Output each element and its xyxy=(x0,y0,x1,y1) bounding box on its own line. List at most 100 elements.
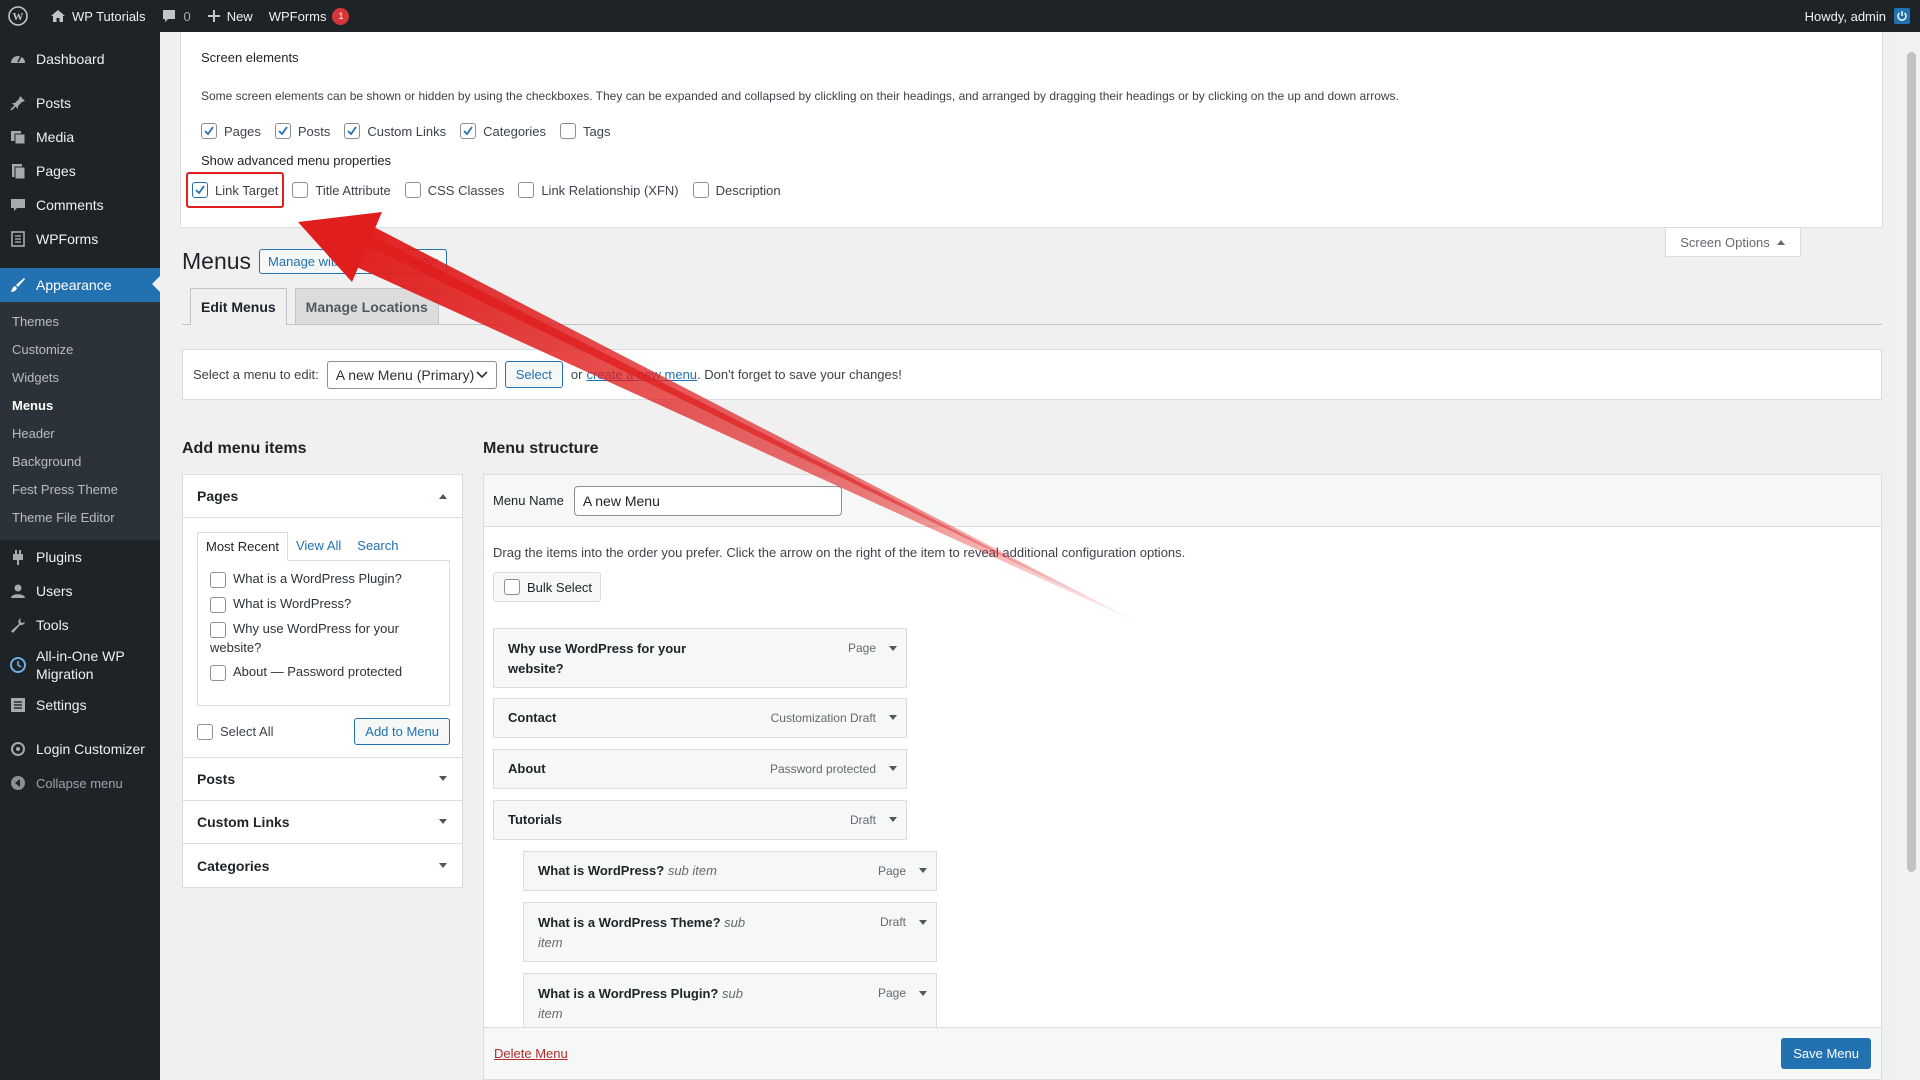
tab-edit-menus[interactable]: Edit Menus xyxy=(190,288,287,325)
notification-badge: 1 xyxy=(332,7,350,25)
menu-sub-item[interactable]: What is WordPress? sub item Page xyxy=(523,851,937,891)
submenu-item-theme-file-editor[interactable]: Theme File Editor xyxy=(0,504,160,532)
checkbox-unchecked[interactable] xyxy=(504,579,520,595)
my-account[interactable]: Howdy, admin xyxy=(1805,8,1920,24)
screen-option-posts[interactable]: Posts xyxy=(274,123,330,139)
menu-item[interactable]: Tutorials Draft xyxy=(493,800,907,840)
menu-sub-item[interactable]: What is a WordPress Plugin? sub item Pag… xyxy=(523,973,937,1029)
sidebar-item-dashboard[interactable]: Dashboard xyxy=(0,42,160,76)
collapse-menu-button[interactable]: Collapse menu xyxy=(0,766,160,800)
sidebar-item-wpforms[interactable]: WPForms xyxy=(0,222,160,256)
list-item[interactable]: What is a WordPress Plugin? xyxy=(210,571,441,588)
tab-manage-locations[interactable]: Manage Locations xyxy=(294,288,439,324)
screen-option-tags[interactable]: Tags xyxy=(560,123,610,139)
sidebar-item-label: Tools xyxy=(36,617,69,633)
list-item[interactable]: About — Password protected xyxy=(210,664,441,681)
scrollbar-thumb[interactable] xyxy=(1907,52,1916,872)
checkbox-unchecked[interactable] xyxy=(210,622,226,638)
checkbox-checked[interactable] xyxy=(192,182,208,198)
button-text: view xyxy=(411,254,438,269)
advanced-option-description[interactable]: Description xyxy=(692,182,781,198)
advanced-option-link-relationship[interactable]: Link Relationship (XFN) xyxy=(518,182,679,198)
new-content-link[interactable]: New xyxy=(199,0,261,32)
advanced-option-link-target[interactable]: Link Target xyxy=(186,172,285,208)
wpforms-link[interactable]: WPForms 1 xyxy=(261,0,358,32)
checkbox-checked[interactable] xyxy=(460,123,477,139)
accordion-custom-links-header[interactable]: Custom Links xyxy=(183,801,462,844)
save-menu-button[interactable]: Save Menu xyxy=(1781,1038,1871,1069)
checkbox-unchecked[interactable] xyxy=(692,182,709,198)
advanced-option-title-attribute[interactable]: Title Attribute xyxy=(292,182,391,198)
menu-item[interactable]: About Password protected xyxy=(493,749,907,789)
sidebar-item-media[interactable]: Media xyxy=(0,120,160,154)
checkbox-unchecked[interactable] xyxy=(210,572,226,588)
menu-select[interactable]: A new Menu (Primary) xyxy=(326,360,497,389)
bulk-select-button[interactable]: Bulk Select xyxy=(493,572,601,602)
sidebar-item-plugins[interactable]: Plugins xyxy=(0,540,160,574)
add-to-menu-button[interactable]: Add to Menu xyxy=(354,718,450,745)
drag-instructions: Drag the items into the order you prefer… xyxy=(493,545,1186,560)
checkbox-unchecked[interactable] xyxy=(210,665,226,681)
menu-item[interactable]: Why use WordPress for your website? Page xyxy=(493,628,907,688)
sidebar-item-settings[interactable]: Settings xyxy=(0,688,160,722)
checkbox-unchecked[interactable] xyxy=(292,182,309,198)
tab-most-recent[interactable]: Most Recent xyxy=(197,532,288,561)
checkbox-unchecked[interactable] xyxy=(560,123,577,139)
sidebar-item-login-customizer[interactable]: Login Customizer xyxy=(0,732,160,766)
checkbox-checked[interactable] xyxy=(201,123,217,139)
checkbox-unchecked[interactable] xyxy=(210,597,226,613)
sidebar-item-users[interactable]: Users xyxy=(0,574,160,608)
list-item[interactable]: What is WordPress? xyxy=(210,596,441,613)
sidebar-item-tools[interactable]: Tools xyxy=(0,608,160,642)
menu-sub-item[interactable]: What is a WordPress Theme? sub item Draf… xyxy=(523,902,937,962)
sidebar-item-appearance[interactable]: Appearance xyxy=(0,268,160,302)
checkbox-unchecked[interactable] xyxy=(404,182,421,198)
submenu-item-header[interactable]: Header xyxy=(0,420,160,448)
triangle-down-icon[interactable] xyxy=(888,714,898,722)
page-label: About xyxy=(233,664,267,679)
submenu-item-fest-press-theme[interactable]: Fest Press Theme xyxy=(0,476,160,504)
screen-options-toggle[interactable]: Screen Options xyxy=(1665,228,1801,257)
submenu-item-widgets[interactable]: Widgets xyxy=(0,364,160,392)
submenu-item-themes[interactable]: Themes xyxy=(0,308,160,336)
accordion-categories-header[interactable]: Categories xyxy=(183,844,462,887)
triangle-down-icon[interactable] xyxy=(888,816,898,824)
accordion-posts-header[interactable]: Posts xyxy=(183,758,462,801)
wordpress-logo[interactable]: W xyxy=(0,0,42,32)
triangle-down-icon[interactable] xyxy=(918,990,928,998)
triangle-down-icon[interactable] xyxy=(888,765,898,773)
menu-item[interactable]: Contact Customization Draft xyxy=(493,698,907,738)
sidebar-item-comments[interactable]: Comments xyxy=(0,188,160,222)
triangle-down-icon[interactable] xyxy=(888,645,898,653)
triangle-down-icon[interactable] xyxy=(918,867,928,875)
screen-option-pages[interactable]: Pages xyxy=(201,123,261,139)
menu-item-type: Draft xyxy=(849,813,876,827)
menu-name-input[interactable]: A new Menu xyxy=(573,485,842,516)
page-scrollbar[interactable] xyxy=(1903,32,1920,1080)
checkbox-checked[interactable] xyxy=(344,123,361,139)
select-all-checkbox[interactable]: Select All xyxy=(197,723,273,740)
site-name-link[interactable]: WP Tutorials xyxy=(42,0,153,32)
tab-view-all[interactable]: View All xyxy=(288,532,349,561)
triangle-down-icon[interactable] xyxy=(918,919,928,927)
select-menu-button[interactable]: Select xyxy=(504,361,563,388)
sidebar-item-pages[interactable]: Pages xyxy=(0,154,160,188)
delete-menu-link[interactable]: Delete Menu xyxy=(494,1046,568,1061)
advanced-option-css-classes[interactable]: CSS Classes xyxy=(404,182,504,198)
screen-option-categories[interactable]: Categories xyxy=(460,123,546,139)
comments-link[interactable]: 0 xyxy=(153,0,198,32)
checkbox-unchecked[interactable] xyxy=(197,723,213,740)
checkbox-checked[interactable] xyxy=(274,123,291,139)
checkbox-unchecked[interactable] xyxy=(518,182,535,198)
create-new-menu-link[interactable]: create a new menu xyxy=(586,367,697,382)
submenu-item-menus[interactable]: Menus xyxy=(0,392,160,420)
manage-with-live-preview-button[interactable]: Manage with view xyxy=(259,249,447,274)
accordion-pages-header[interactable]: Pages xyxy=(183,475,462,518)
tab-search[interactable]: Search xyxy=(349,532,406,561)
submenu-item-background[interactable]: Background xyxy=(0,448,160,476)
sidebar-item-posts[interactable]: Posts xyxy=(0,86,160,120)
submenu-item-customize[interactable]: Customize xyxy=(0,336,160,364)
sidebar-item-all-in-one-wp-migration[interactable]: All-in-One WP Migration xyxy=(0,642,160,688)
screen-option-custom-links[interactable]: Custom Links xyxy=(344,123,446,139)
list-item[interactable]: Why use WordPress for your xyxy=(210,621,441,638)
